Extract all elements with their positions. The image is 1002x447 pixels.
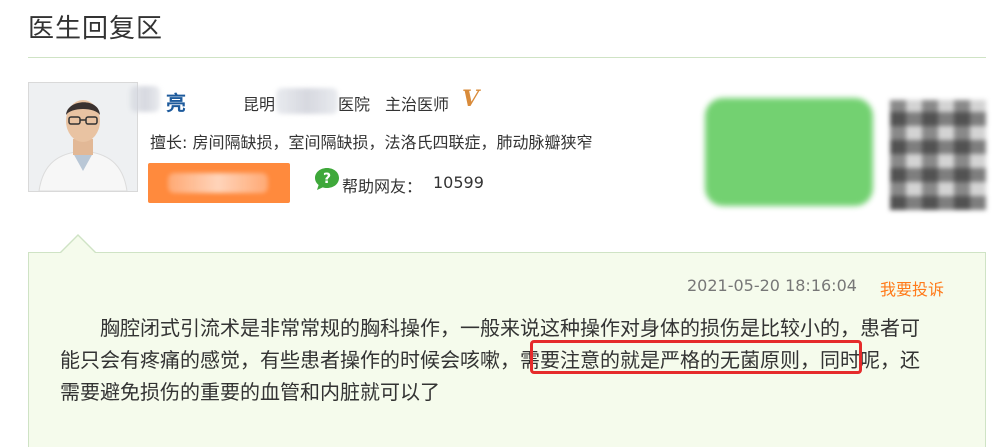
redacted-hospital-part bbox=[276, 88, 338, 114]
redacted-button-label bbox=[168, 173, 268, 193]
complain-link[interactable]: 我要投诉 bbox=[880, 276, 944, 300]
doctor-name[interactable]: 亮 bbox=[166, 87, 186, 116]
hospital-suffix: 医院 bbox=[338, 95, 371, 114]
svg-text:?: ? bbox=[323, 171, 331, 187]
qr-code-icon bbox=[890, 100, 986, 210]
reply-line: 需要避免损伤的重要的血管和内脏就可以了 bbox=[60, 380, 440, 404]
consult-button[interactable] bbox=[148, 163, 290, 203]
chat-bubble-question-icon: ? bbox=[313, 166, 341, 196]
reply-timestamp: 2021-05-20 18:16:04 bbox=[687, 276, 857, 295]
doctor-specialty: 擅长: 房间隔缺损，室间隔缺损，法洛氏四联症，肺动脉瓣狭窄 bbox=[150, 133, 593, 152]
doctor-title: 主治医师 bbox=[385, 95, 450, 114]
title-divider bbox=[28, 57, 986, 58]
highlight-annotation bbox=[530, 340, 862, 374]
redacted-name-part bbox=[130, 86, 160, 112]
hospital-prefix: 昆明 bbox=[243, 95, 276, 114]
help-count-label: 帮助网友： bbox=[342, 177, 423, 196]
help-count-value: 10599 bbox=[433, 173, 484, 192]
redacted-action-button[interactable] bbox=[705, 98, 873, 206]
doctor-reply-section: 医生回复区 亮 昆明 医院 主治医师 V 擅长: 房间隔缺损，室间隔缺损，法洛氏… bbox=[0, 0, 1002, 447]
section-title: 医生回复区 bbox=[28, 14, 164, 44]
doctor-hospital: 昆明 bbox=[243, 91, 275, 115]
v-badge-icon: V bbox=[462, 86, 480, 112]
reply-pointer-fill bbox=[61, 236, 95, 253]
doctor-avatar[interactable] bbox=[28, 82, 138, 192]
